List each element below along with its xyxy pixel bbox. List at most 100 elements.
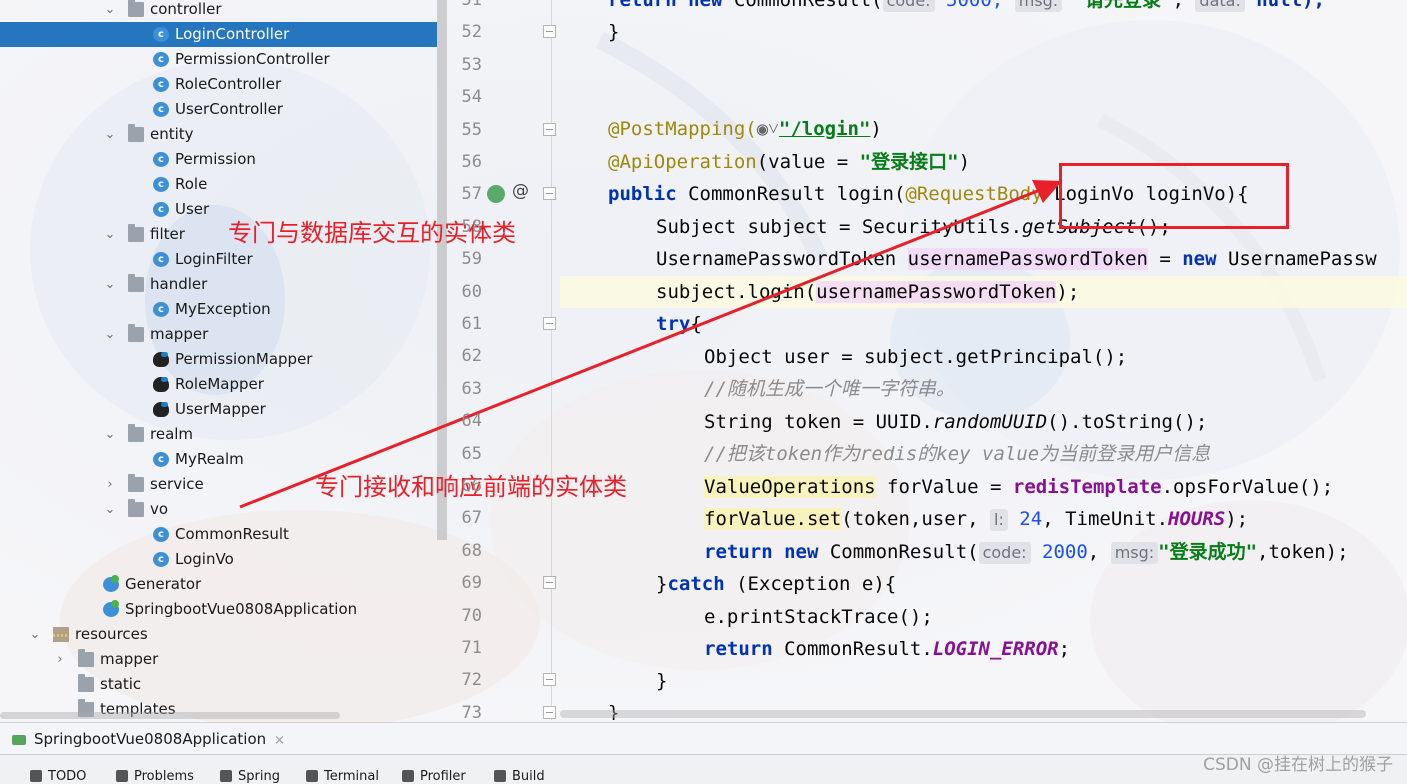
line-number[interactable]: 53 [448,49,482,81]
chevron-down-icon[interactable]: ⌄ [103,272,117,297]
folder-icon [128,424,144,442]
profiler-label: Profiler [420,769,466,784]
tree-item-usermapper[interactable]: UserMapper [0,397,437,422]
tree-item-rolecontroller[interactable]: c RoleController [0,72,437,97]
line-number[interactable]: 61 [448,308,482,340]
class-icon: c [153,52,169,67]
chevron-down-icon[interactable]: ⌄ [103,222,117,247]
line-number[interactable]: 55 [448,114,482,146]
code-editor[interactable]: return new CommonResult(code: 5000, msg:… [560,0,1407,720]
tree-item-label: entity [150,125,194,143]
tree-item-mapper[interactable]: › mapper [0,647,437,672]
line-number[interactable]: 65 [448,438,482,470]
tree-item-springbootvue0808application[interactable]: SpringbootVue0808Application [0,597,437,622]
tree-item-handler[interactable]: ⌄ handler [0,272,437,297]
line-number[interactable]: 72 [448,664,482,696]
tree-item-loginvo[interactable]: c LoginVo [0,547,437,572]
build-tool-button[interactable]: Build [494,769,545,784]
folder-icon [78,649,94,667]
line-number[interactable]: 62 [448,340,482,372]
fold-marker-icon[interactable] [543,187,556,201]
close-icon[interactable]: × [274,733,285,748]
problems-tool-button[interactable]: Problems [116,769,194,784]
chevron-down-icon[interactable]: ⌄ [103,0,117,22]
spring-tool-button[interactable]: Spring [220,769,280,784]
fold-marker-icon[interactable] [543,122,556,136]
tree-item-label: UserController [175,100,283,118]
chevron-right-icon[interactable]: › [103,472,117,497]
tree-item-rolemapper[interactable]: RoleMapper [0,372,437,397]
fold-marker-icon[interactable] [543,317,556,330]
terminal-tool-button[interactable]: Terminal [306,769,379,784]
line-number[interactable]: 59 [448,243,482,275]
line-number[interactable]: 64 [448,405,482,437]
tree-item-resources[interactable]: ⌄ resources [0,622,437,647]
line-number[interactable]: 73 [448,697,482,729]
tree-item-role[interactable]: c Role [0,172,437,197]
tree-horizontal-scrollbar[interactable] [0,712,340,719]
highlight-box [1059,163,1289,229]
line-number[interactable]: 52 [448,16,482,48]
tree-item-usercontroller[interactable]: c UserController [0,97,437,122]
mapper-icon [153,402,169,417]
tree-item-permission[interactable]: c Permission [0,147,437,172]
code-line-66: ValueOperations forValue = redisTemplate… [704,476,1334,498]
chevron-down-icon[interactable]: ⌄ [103,422,117,447]
spring-endpoint-icon[interactable] [487,185,505,203]
tree-item-label: controller [150,0,222,18]
run-config-icon [12,734,26,745]
tree-item-entity[interactable]: ⌄ entity [0,122,437,147]
line-number[interactable]: 63 [448,373,482,405]
line-number[interactable]: 54 [448,81,482,113]
line-number[interactable]: 58 [448,211,482,243]
tree-item-permissioncontroller[interactable]: c PermissionController [0,47,437,72]
line-number[interactable]: 57 [448,178,482,210]
fold-marker-icon[interactable] [543,673,556,687]
globe-icon[interactable]: ◉˅ [757,118,779,140]
chevron-down-icon[interactable]: ⌄ [103,322,117,347]
line-number[interactable]: 56 [448,146,482,178]
line-number[interactable]: 67 [448,502,482,534]
code-line-72: } [656,670,668,692]
line-number[interactable]: 70 [448,600,482,632]
class-icon: c [153,152,169,167]
line-number[interactable]: 60 [448,276,482,308]
tree-item-permissionmapper[interactable]: PermissionMapper [0,347,437,372]
chevron-down-icon[interactable]: ⌄ [103,497,117,522]
line-number[interactable]: 71 [448,632,482,664]
folder-icon [78,674,94,692]
tree-item-label: LoginFilter [175,250,253,268]
tree-item-logincontroller[interactable]: c LoginController [0,22,437,47]
tree-item-label: static [100,675,142,693]
fold-marker-icon[interactable] [543,25,556,39]
tree-item-realm[interactable]: ⌄ realm [0,422,437,447]
tree-item-myrealm[interactable]: c MyRealm [0,447,437,472]
line-number[interactable]: 69 [448,567,482,599]
tree-item-label: SpringbootVue0808Application [125,600,358,618]
run-tab[interactable]: SpringbootVue0808Application × [12,723,285,755]
app-class-icon [103,600,119,617]
chevron-right-icon[interactable]: › [53,647,67,672]
line-number[interactable]: 68 [448,535,482,567]
chevron-down-icon[interactable]: ⌄ [28,622,42,647]
chevron-down-icon[interactable]: ⌄ [103,122,117,147]
tree-scrollbar[interactable] [437,0,447,540]
tree-item-static[interactable]: static [0,672,437,697]
profiler-tool-button[interactable]: Profiler [402,769,466,784]
tree-item-myexception[interactable]: c MyException [0,297,437,322]
editor-horizontal-scrollbar[interactable] [560,710,1366,718]
build-icon [494,770,506,782]
tree-item-loginfilter[interactable]: c LoginFilter [0,247,437,272]
fold-marker-icon[interactable] [543,705,556,719]
tree-item-generator[interactable]: Generator [0,572,437,597]
class-icon: c [153,252,169,267]
line-number[interactable]: 66 [448,470,482,502]
todo-tool-button[interactable]: TODO [30,769,86,784]
line-number[interactable]: 51 [448,0,482,16]
tree-item-mapper[interactable]: ⌄ mapper [0,322,437,347]
at-sign-icon[interactable]: @ [512,181,529,201]
tree-item-commonresult[interactable]: c CommonResult [0,522,437,547]
folder-icon [128,124,144,142]
fold-marker-icon[interactable] [543,576,556,590]
tree-item-controller[interactable]: ⌄ controller [0,0,437,22]
